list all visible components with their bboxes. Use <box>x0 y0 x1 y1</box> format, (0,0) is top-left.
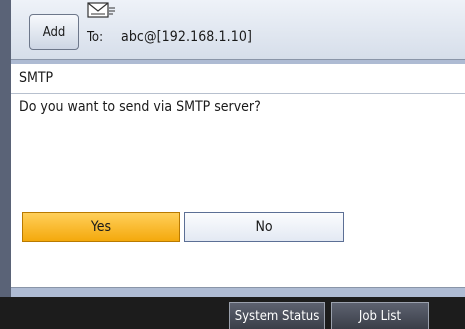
dialog-title-bar: SMTP <box>11 64 465 94</box>
add-button[interactable]: Add <box>29 14 79 50</box>
no-button[interactable]: No <box>184 212 344 242</box>
smtp-dialog: SMTP Do you want to send via SMTP server… <box>11 64 465 287</box>
envelope-icon <box>87 2 115 18</box>
system-status-button[interactable]: System Status <box>229 302 325 329</box>
destination-bar: Add To: abc@[192.168.1.10] <box>11 0 465 60</box>
status-bar: System Status Job List <box>0 297 465 329</box>
frame-left <box>0 0 11 329</box>
dialog-title: SMTP <box>19 70 54 86</box>
to-label: To: <box>87 30 104 45</box>
dialog-question: Do you want to send via SMTP server? <box>19 99 261 115</box>
to-address: abc@[192.168.1.10] <box>121 29 252 45</box>
dialog-body: Do you want to send via SMTP server? Yes… <box>11 95 465 287</box>
panel-bottom-edge <box>11 287 465 297</box>
job-list-button[interactable]: Job List <box>331 302 429 329</box>
yes-button[interactable]: Yes <box>22 212 180 242</box>
